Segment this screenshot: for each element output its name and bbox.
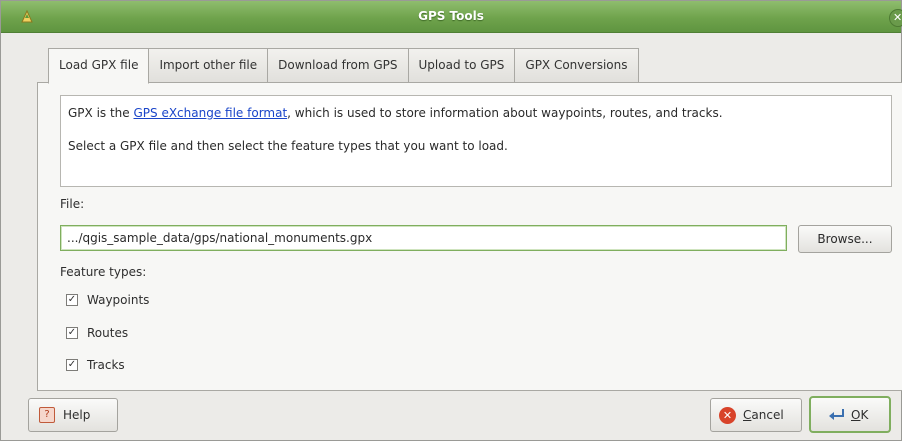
info-text-prefix: GPX is the: [68, 106, 134, 120]
feature-types-label: Feature types:: [60, 265, 147, 279]
tracks-checkbox-row[interactable]: ✓ Tracks: [66, 357, 125, 373]
cancel-label: Cancel: [743, 408, 784, 422]
waypoints-label: Waypoints: [87, 293, 150, 307]
help-icon: ?: [39, 407, 55, 423]
ok-button[interactable]: OK: [809, 396, 891, 433]
file-label: File:: [60, 197, 85, 211]
info-line-1: GPX is the GPS eXchange file format, whi…: [68, 106, 723, 120]
browse-button[interactable]: Browse...: [798, 225, 892, 253]
routes-checkbox-row[interactable]: ✓ Routes: [66, 325, 128, 341]
tab-import-other-file[interactable]: Import other file: [149, 48, 269, 83]
title-bar: GPS Tools ✕: [1, 1, 902, 33]
routes-label: Routes: [87, 326, 129, 340]
info-text-suffix: , which is used to store information abo…: [287, 106, 723, 120]
tab-download-from-gps[interactable]: Download from GPS: [268, 48, 409, 83]
ok-icon: [829, 408, 844, 420]
tracks-checkbox[interactable]: ✓: [66, 359, 78, 371]
tab-upload-to-gps[interactable]: Upload to GPS: [408, 48, 516, 83]
ok-label: OK: [851, 407, 869, 422]
cancel-button[interactable]: ✕ Cancel: [710, 398, 802, 432]
waypoints-checkbox[interactable]: ✓: [66, 294, 78, 306]
tab-bar: Load GPX file Import other file Download…: [48, 48, 639, 84]
info-box: GPX is the GPS eXchange file format, whi…: [60, 95, 892, 187]
tab-load-gpx-file[interactable]: Load GPX file: [48, 48, 150, 84]
info-line-2: Select a GPX file and then select the fe…: [68, 139, 508, 153]
tab-gpx-conversions[interactable]: GPX Conversions: [515, 48, 639, 83]
close-icon[interactable]: ✕: [889, 9, 902, 27]
gpx-format-link[interactable]: GPS eXchange file format: [133, 106, 287, 120]
help-button[interactable]: ? Help: [28, 398, 118, 432]
waypoints-checkbox-row[interactable]: ✓ Waypoints: [66, 292, 149, 308]
window-title: GPS Tools: [418, 9, 484, 23]
cancel-icon: ✕: [719, 406, 736, 424]
help-label: Help: [63, 408, 91, 422]
routes-checkbox[interactable]: ✓: [66, 327, 78, 339]
tracks-label: Tracks: [87, 358, 125, 372]
tab-panel-load-gpx: GPX is the GPS eXchange file format, whi…: [37, 82, 902, 391]
gps-tools-dialog: GPS Tools ✕ Load GPX file Import other f…: [0, 0, 902, 441]
file-path-input[interactable]: [60, 225, 787, 251]
